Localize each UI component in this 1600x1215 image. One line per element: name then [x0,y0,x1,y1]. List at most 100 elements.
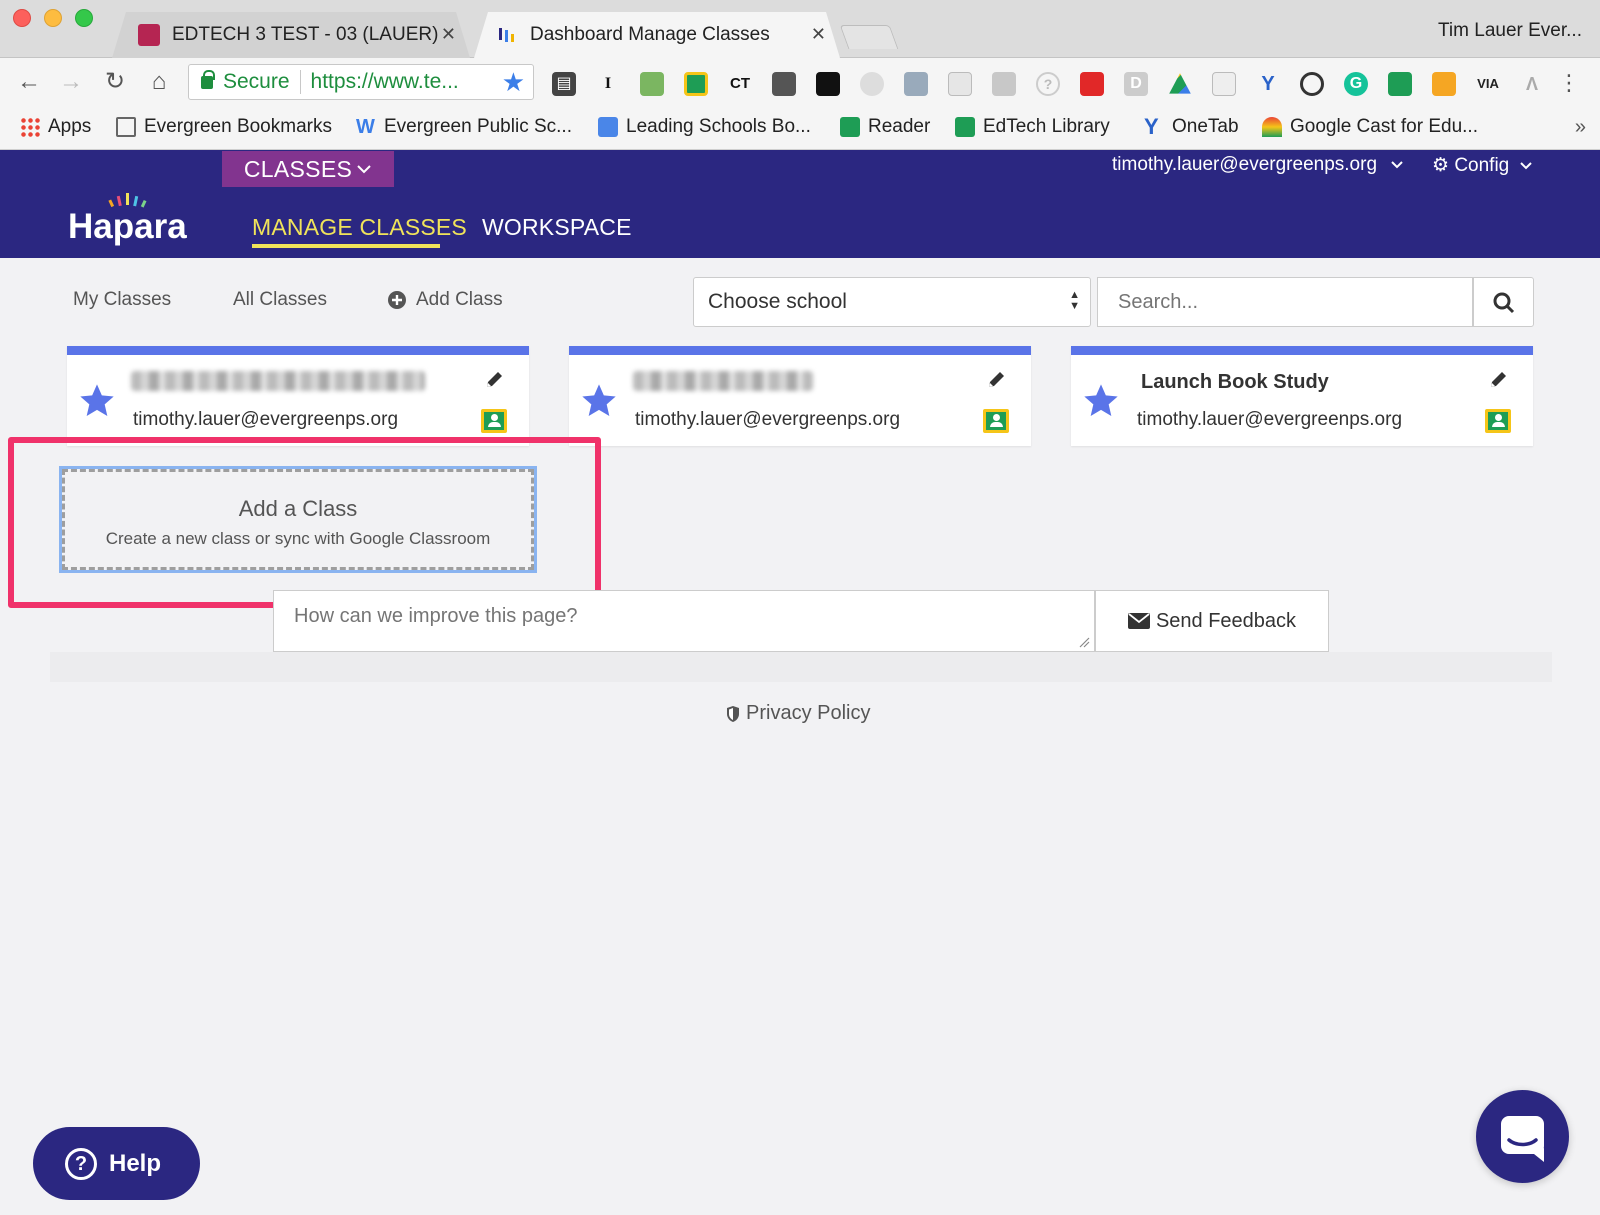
via-icon[interactable]: VIA [1476,72,1500,96]
window-icon[interactable] [948,72,972,96]
class-card[interactable]: Launch Book Study timothy.lauer@evergree… [1071,346,1533,446]
chat-launcher-button[interactable] [1476,1090,1569,1183]
favorite-star-icon[interactable] [1081,381,1121,421]
address-bar[interactable]: Secure https://www.te... ★ [188,64,534,100]
school-select[interactable]: Choose school ▲ ▼ [693,277,1091,327]
gear-icon: ⚙ [1432,155,1450,176]
bookmark-reader[interactable]: Reader [840,116,930,138]
all-classes-link[interactable]: All Classes [233,289,327,311]
active-nav-indicator [252,244,440,248]
close-icon[interactable]: ✕ [811,24,826,45]
favorite-star-icon[interactable] [579,381,619,421]
pencil-icon[interactable] [1487,369,1509,391]
menu-icon[interactable]: ⋮ [1558,72,1580,94]
close-icon[interactable]: ✕ [441,24,456,45]
google-classroom-icon[interactable] [1485,409,1511,433]
onetab-icon[interactable]: Y [1256,72,1280,96]
instapaper-icon[interactable]: I [596,72,620,96]
eps-icon [955,117,975,137]
browser-tab[interactable]: EDTECH 3 TEST - 03 (LAUER) ✕ [112,12,470,58]
link-icon[interactable] [860,72,884,96]
lock-icon [201,69,215,89]
class-card[interactable]: timothy.lauer@evergreenps.org [67,346,529,446]
chevron-down-icon [1519,162,1532,170]
bookmark-google-cast[interactable]: Google Cast for Edu... [1262,116,1478,138]
class-title[interactable]: Launch Book Study [1141,371,1329,394]
bookmark-evergreen-public[interactable]: W Evergreen Public Sc... [356,116,572,138]
favorite-star-icon[interactable] [77,381,117,421]
url-text: https://www.te... [310,70,459,93]
new-tab-button[interactable] [839,25,899,49]
search-button[interactable] [1473,277,1534,327]
cast-icon[interactable] [1388,72,1412,96]
app-header: CLASSES Hapara MANAGE CLASSES WORKSPACE … [0,150,1600,258]
help-button[interactable]: ? Help [33,1127,200,1200]
browser-titlebar: EDTECH 3 TEST - 03 (LAUER) ✕ Dashboard M… [0,0,1600,58]
reload-icon[interactable]: ↻ [102,70,128,94]
send-feedback-button[interactable]: Send Feedback [1095,590,1329,652]
more-bookmarks-icon[interactable]: » [1575,116,1586,139]
forward-icon[interactable]: → [58,70,84,94]
add-class-title: Add a Class [238,496,358,521]
secure-label: Secure [223,70,290,93]
chevron-down-icon [357,165,371,174]
feedback-input[interactable] [273,590,1095,652]
help-circle-icon: ? [65,1147,97,1180]
classes-menu[interactable]: CLASSES [222,151,394,187]
my-classes-link[interactable]: My Classes [73,289,171,311]
bookmark-onetab[interactable]: Y OneTab [1144,116,1239,138]
bookmark-leading-schools[interactable]: Leading Schools Bo... [598,116,811,138]
drive-badge-icon[interactable] [904,72,928,96]
chat-icon [1501,1116,1544,1162]
puzzle-icon[interactable] [640,72,664,96]
home-icon[interactable]: ⌂ [146,70,172,94]
wifi-icon[interactable] [1432,72,1456,96]
profile-name[interactable]: Tim Lauer Ever... [1438,20,1582,42]
search-input[interactable] [1097,277,1473,327]
plus-circle-icon [388,291,406,309]
onetab-icon: Y [1144,114,1159,139]
paper-plane-icon[interactable] [1212,72,1236,96]
drive-icon[interactable] [1169,73,1191,94]
maximize-window-button[interactable] [75,9,93,27]
folder-icon [116,117,136,137]
eps-icon [840,117,860,137]
config-menu[interactable]: ⚙ Config [1432,154,1533,177]
cast-edu-icon [1262,117,1282,137]
target-icon[interactable] [1300,72,1324,96]
d-icon[interactable]: D [1124,72,1148,96]
ct-icon[interactable]: CT [728,72,752,96]
bookmark-edtech-library[interactable]: EdTech Library [955,116,1110,138]
privacy-policy-link[interactable]: Privacy Policy [726,702,870,725]
pencil-icon[interactable] [483,369,505,391]
nav-manage-classes[interactable]: MANAGE CLASSES [252,214,467,241]
classroom-icon[interactable] [684,72,708,96]
browser-tab-active[interactable]: Dashboard Manage Classes ✕ [474,12,840,58]
add-class-card[interactable]: Add a Class Create a new class or sync w… [62,469,534,570]
cloud-icon[interactable] [816,72,840,96]
a-icon[interactable]: Λ [1520,72,1544,96]
bookmark-star-icon[interactable]: ★ [502,69,525,95]
minimize-window-button[interactable] [44,9,62,27]
film-icon[interactable]: ▤ [552,72,576,96]
bookmark-apps[interactable]: Apps [20,116,91,138]
flipboard-icon[interactable] [1080,72,1104,96]
help-circle-icon[interactable]: ? [1036,72,1060,96]
google-classroom-icon[interactable] [983,409,1009,433]
back-icon[interactable]: ← [16,70,42,94]
hapara-logo[interactable]: Hapara [68,207,187,247]
add-class-link[interactable]: Add Class [388,289,503,311]
bulb-icon[interactable] [772,72,796,96]
bookmark-evergreen-bookmarks[interactable]: Evergreen Bookmarks [116,116,332,138]
resize-grip-icon[interactable] [1078,636,1090,648]
user-menu[interactable]: timothy.lauer@evergreenps.org [1112,154,1404,176]
grammarly-icon[interactable]: G [1344,72,1368,96]
google-classroom-icon[interactable] [481,409,507,433]
pencil-icon[interactable] [985,369,1007,391]
nav-workspace[interactable]: WORKSPACE [482,214,632,241]
class-title-redacted [131,371,425,391]
class-card[interactable]: timothy.lauer@evergreenps.org [569,346,1031,446]
logo-burst-icon [108,193,147,208]
close-window-button[interactable] [13,9,31,27]
brush-icon[interactable] [992,72,1016,96]
